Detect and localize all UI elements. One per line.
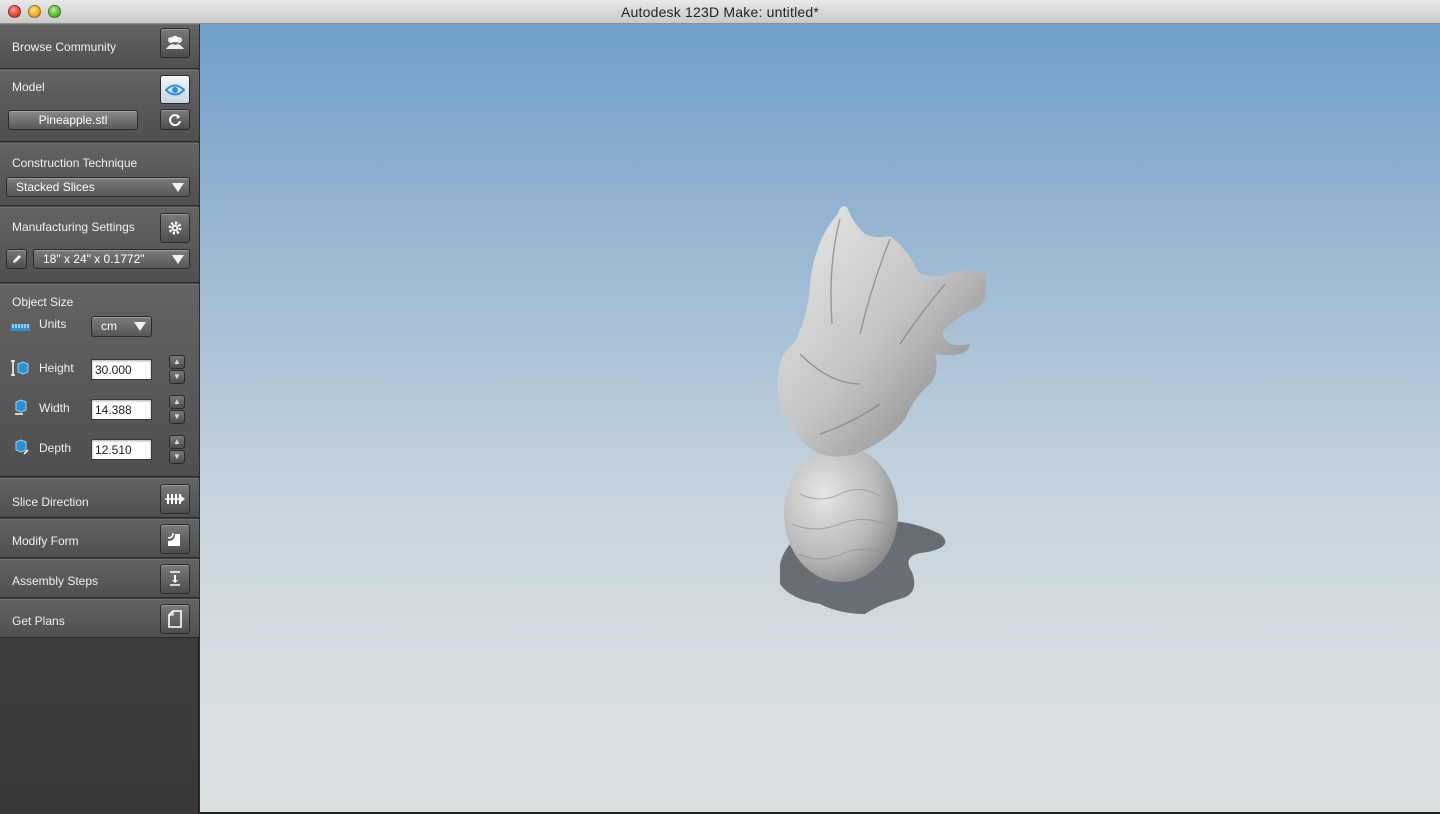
construction-technique-title: Construction Technique (12, 156, 138, 170)
object-size-section: Object Size Units cm Height ▲ ▼ Width ▲ … (0, 284, 199, 477)
model-section: Model Pineapple.stl (0, 70, 199, 142)
sidebar: Browse Community Model Pineapple.stl Con… (0, 24, 199, 814)
width-stepper[interactable]: ▲ ▼ (169, 395, 185, 425)
pineapple-crown (777, 206, 987, 457)
assembly-steps-label: Assembly Steps (12, 574, 99, 588)
slice-direction-button[interactable] (160, 484, 190, 514)
construction-technique-value: Stacked Slices (16, 180, 95, 194)
width-increment-button[interactable]: ▲ (169, 395, 185, 409)
height-label: Height (39, 361, 74, 375)
assembly-steps-icon (170, 571, 180, 586)
construction-technique-dropdown[interactable]: Stacked Slices (6, 177, 190, 197)
height-stepper[interactable]: ▲ ▼ (169, 355, 185, 385)
modify-form-icon (167, 532, 180, 546)
document-icon (168, 610, 182, 628)
object-size-title: Object Size (12, 295, 74, 309)
width-label: Width (39, 401, 70, 415)
manufacturing-settings-button[interactable] (160, 213, 190, 243)
slice-direction-icon (165, 494, 185, 504)
eye-icon (165, 84, 185, 95)
depth-stepper[interactable]: ▲ ▼ (169, 435, 185, 465)
pineapple-body (784, 446, 898, 582)
pineapple-model[interactable] (200, 24, 1440, 812)
material-size-dropdown[interactable]: 18" x 24" x 0.1772" (33, 249, 190, 269)
height-decrement-button[interactable]: ▼ (169, 370, 185, 384)
gear-icon (168, 221, 182, 235)
height-icon (11, 360, 29, 376)
model-file-button[interactable]: Pineapple.stl (8, 110, 138, 130)
slice-direction-section[interactable]: Slice Direction (0, 478, 199, 518)
material-size-value: 18" x 24" x 0.1772" (43, 252, 145, 266)
toggle-model-visibility-button[interactable] (160, 75, 190, 104)
assembly-steps-button[interactable] (160, 564, 190, 594)
people-icon (166, 35, 184, 49)
height-increment-button[interactable]: ▲ (169, 355, 185, 369)
units-label: Units (39, 317, 67, 331)
modify-form-label: Modify Form (12, 534, 79, 548)
browse-community-section[interactable]: Browse Community (0, 24, 199, 69)
browse-community-label: Browse Community (12, 40, 117, 54)
edit-material-button[interactable] (6, 249, 27, 269)
window-title: Autodesk 123D Make: untitled* (620, 4, 820, 20)
modify-form-button[interactable] (160, 524, 190, 554)
width-decrement-button[interactable]: ▼ (169, 410, 185, 424)
modify-form-section[interactable]: Modify Form (0, 519, 199, 558)
model-title: Model (12, 80, 45, 94)
manufacturing-settings-section: Manufacturing Settings 18" x 24" x 0.177… (0, 207, 199, 283)
chevron-down-icon (172, 255, 184, 264)
width-icon (15, 399, 27, 415)
depth-input[interactable] (91, 439, 152, 460)
depth-decrement-button[interactable]: ▼ (169, 450, 185, 464)
units-dropdown[interactable]: cm (91, 316, 152, 337)
height-input[interactable] (91, 359, 152, 380)
manufacturing-settings-title: Manufacturing Settings (12, 220, 135, 234)
depth-increment-button[interactable]: ▲ (169, 435, 185, 449)
get-plans-label: Get Plans (12, 614, 65, 628)
construction-technique-section: Construction Technique Stacked Slices (0, 143, 199, 206)
title-bar: Autodesk 123D Make: untitled* (0, 0, 1440, 24)
slice-direction-label: Slice Direction (12, 495, 89, 509)
browse-community-button[interactable] (160, 28, 190, 58)
ruler-icon (11, 324, 30, 331)
3d-viewport[interactable] (200, 24, 1440, 812)
chevron-down-icon (134, 322, 146, 331)
assembly-steps-section[interactable]: Assembly Steps (0, 559, 199, 598)
get-plans-section[interactable]: Get Plans (0, 599, 199, 638)
get-plans-button[interactable] (160, 604, 190, 634)
chevron-down-icon (172, 183, 184, 192)
width-input[interactable] (91, 399, 152, 420)
reload-model-button[interactable] (160, 109, 190, 130)
depth-icon (15, 439, 29, 455)
refresh-icon (169, 113, 181, 126)
units-value: cm (101, 319, 117, 333)
depth-label: Depth (39, 441, 72, 455)
pencil-icon (12, 255, 21, 263)
